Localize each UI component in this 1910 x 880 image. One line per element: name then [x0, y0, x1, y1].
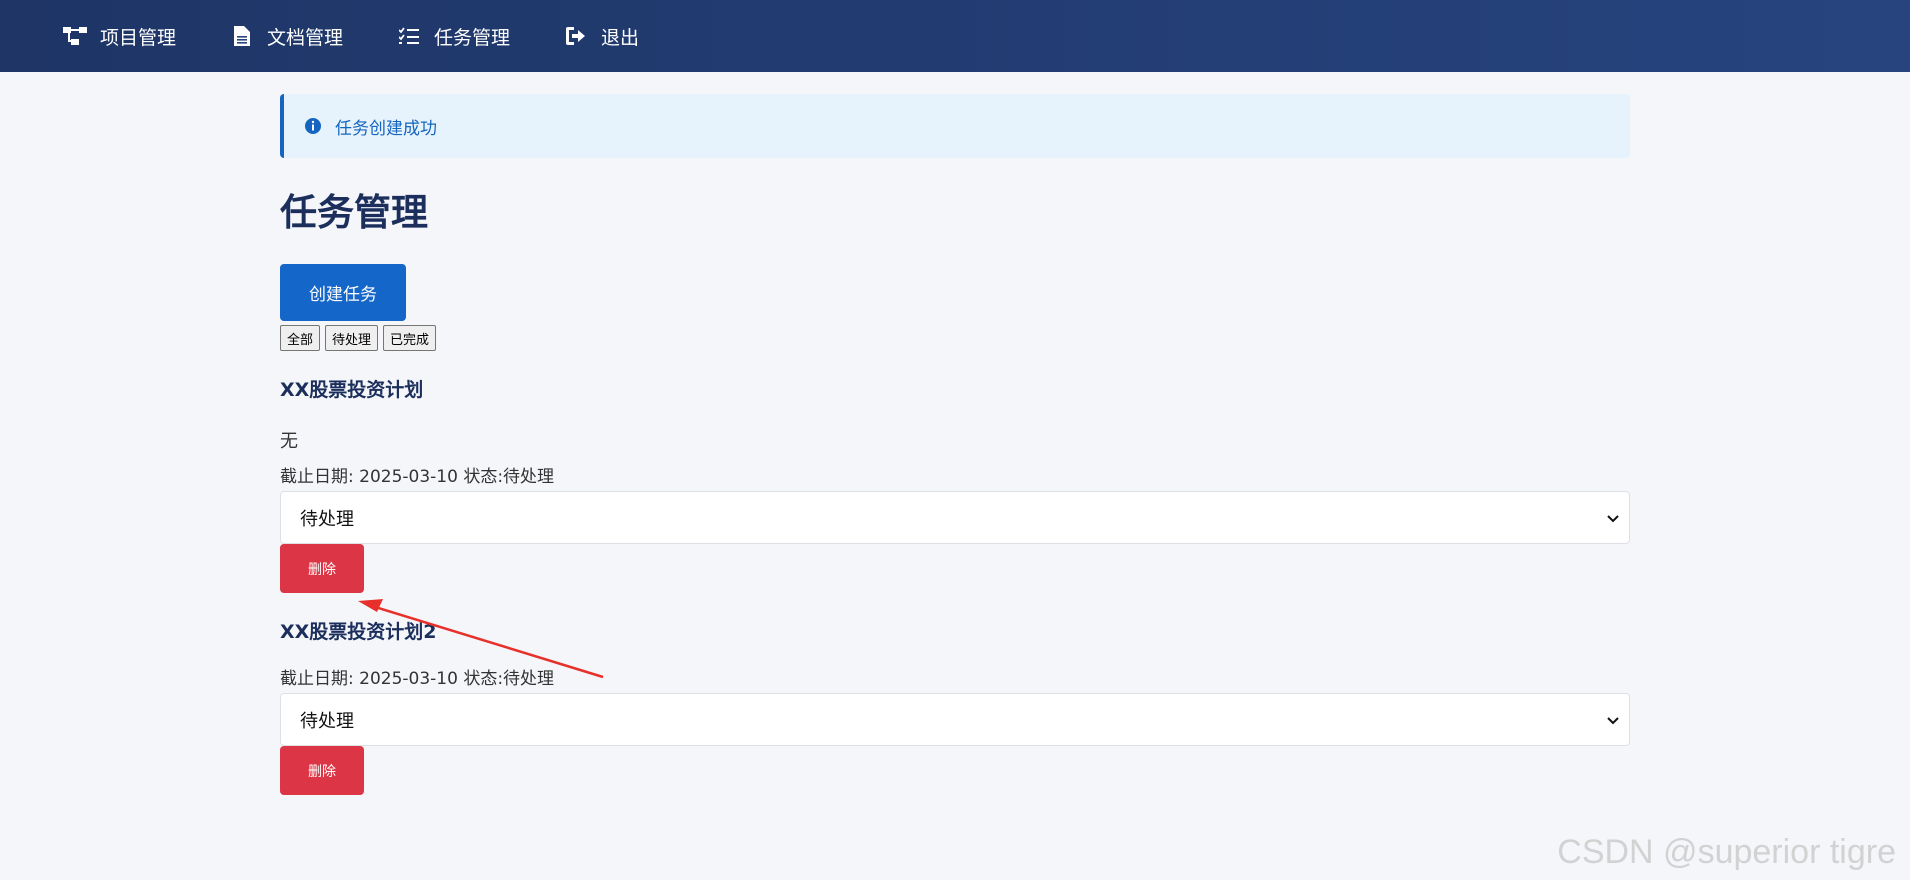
- task-meta: 截止日期: 2025-03-10 状态:待处理: [280, 467, 555, 487]
- success-alert: 任务创建成功: [280, 94, 1630, 158]
- logout-icon: [563, 25, 589, 47]
- nav-item-label: 文档管理: [267, 26, 344, 49]
- delete-task-button[interactable]: 删除: [280, 746, 364, 795]
- task-status-select[interactable]: 待处理: [280, 491, 1630, 544]
- top-nav: 项目管理 文档管理 任务管理 退出: [0, 0, 1910, 72]
- nav-item-projects[interactable]: 项目管理: [62, 23, 176, 50]
- task-status-value: 待处理: [300, 710, 354, 732]
- delete-task-button[interactable]: 删除: [280, 544, 364, 593]
- task-meta: 截止日期: 2025-03-10 状态:待处理: [280, 669, 555, 689]
- nav-item-tasks[interactable]: 任务管理: [396, 23, 510, 50]
- page-title: 任务管理: [280, 191, 428, 234]
- filter-bar: 全部 待处理 已完成: [280, 325, 1630, 351]
- task-list-icon: [396, 25, 422, 47]
- alert-text: 任务创建成功: [335, 118, 437, 139]
- file-icon: [229, 25, 255, 47]
- filter-all-button[interactable]: 全部: [280, 325, 321, 351]
- project-tree-icon: [62, 25, 88, 47]
- task-description: 无: [280, 431, 298, 452]
- task-title: XX股票投资计划: [280, 379, 424, 401]
- chevron-down-icon: [1607, 507, 1619, 528]
- task-status-value: 待处理: [300, 508, 354, 530]
- task-item: XX股票投资计划2 截止日期: 2025-03-10 状态:待处理 待处理 删除: [280, 617, 1630, 795]
- chevron-down-icon: [1607, 709, 1619, 730]
- task-item: XX股票投资计划 无 截止日期: 2025-03-10 状态:待处理 待处理 删…: [280, 375, 1630, 593]
- watermark: CSDN @superior tigre: [1557, 833, 1896, 871]
- filter-done-button[interactable]: 已完成: [383, 325, 437, 351]
- nav-item-label: 退出: [601, 26, 640, 49]
- task-title: XX股票投资计划2: [280, 621, 437, 643]
- create-task-button[interactable]: 创建任务: [280, 264, 406, 321]
- task-status-select[interactable]: 待处理: [280, 693, 1630, 746]
- nav-item-label: 任务管理: [434, 26, 511, 49]
- filter-pending-button[interactable]: 待处理: [325, 325, 379, 351]
- info-circle-icon: [304, 117, 322, 135]
- main-content: 任务创建成功 任务管理 创建任务 全部 待处理 已完成 XX股票投资计划 无 截…: [280, 72, 1630, 795]
- nav-item-label: 项目管理: [100, 26, 177, 49]
- nav-item-documents[interactable]: 文档管理: [229, 23, 343, 50]
- nav-item-logout[interactable]: 退出: [563, 23, 639, 50]
